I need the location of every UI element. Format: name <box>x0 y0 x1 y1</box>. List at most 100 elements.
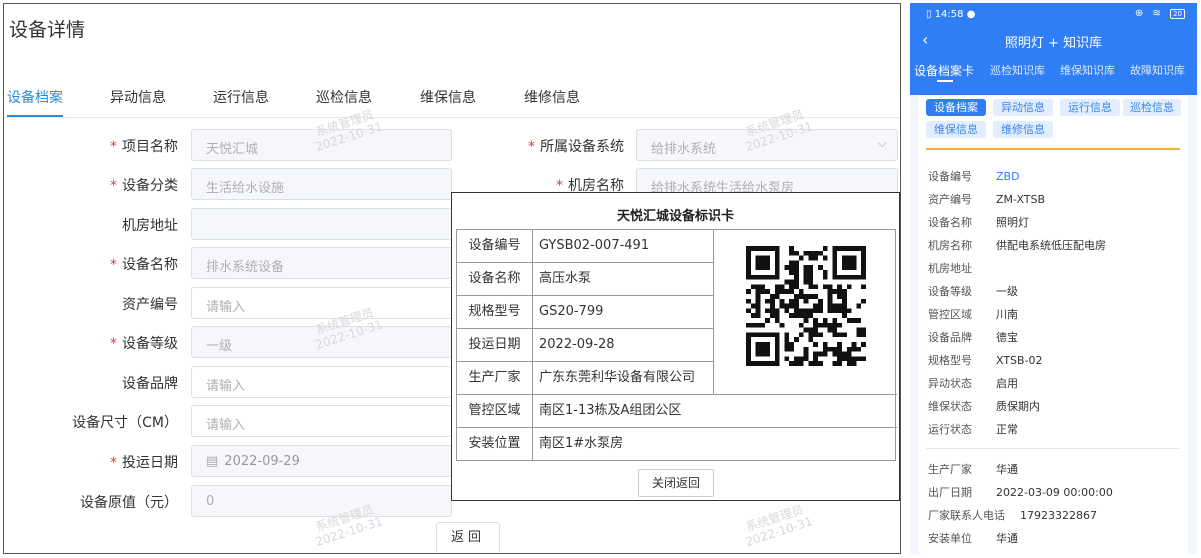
pill-repair-info[interactable]: 维修信息 <box>993 121 1053 138</box>
system-select[interactable]: 给排水系统 ⌵ <box>636 129 898 161</box>
signal-icon: ⊕ <box>1134 8 1147 19</box>
mobile-body: 设备档案 异动信息 运行信息 巡检信息 维保信息 维修信息 设备编号 ZBD 资产… <box>910 95 1197 554</box>
card-row: 生产厂家 广东东莞利华设备有限公司 <box>457 362 713 395</box>
card-row-value: 高压水泵 <box>539 271 592 286</box>
size-input[interactable]: 请输入 <box>191 405 452 437</box>
label-room-address: 机房地址 <box>122 218 178 234</box>
pill-change-info[interactable]: 异动信息 <box>993 99 1053 116</box>
pill-operation-info[interactable]: 运行信息 <box>1060 99 1120 116</box>
card-row-value: GYSB02-007-491 <box>539 238 650 253</box>
tab-change-info[interactable]: 异动信息 <box>110 88 166 118</box>
card-row: 安装位置 南区1#水泵房 <box>457 428 897 461</box>
card-row: 规格型号 GS20-799 <box>457 296 713 329</box>
tab-device-archive[interactable]: 设备档案 <box>7 88 63 118</box>
info-row: 生产厂家 华通 <box>928 463 1018 476</box>
info-row: 厂家联系人电话 17923322867 <box>928 509 1097 522</box>
battery-icon: 20 <box>1170 9 1185 19</box>
asset-no-input[interactable]: 请输入 <box>191 287 452 319</box>
tab-divider <box>4 117 900 118</box>
card-row-key: 管控区域 <box>457 395 533 427</box>
mtab-archive-card[interactable]: 设备档案卡 <box>914 62 974 79</box>
label-date: * 投运日期 <box>110 455 178 471</box>
tab-repair-info[interactable]: 维修信息 <box>524 88 580 118</box>
card-row-key: 设备编号 <box>457 230 533 262</box>
calendar-icon: ▤ <box>206 454 219 469</box>
category-input[interactable]: 生活给水设施 <box>191 168 452 200</box>
info-row: 设备名称 照明灯 <box>928 216 1029 229</box>
pill-device-archive[interactable]: 设备档案 <box>926 99 986 116</box>
info-row: 运行状态 正常 <box>928 423 1018 436</box>
tab-indicator <box>937 80 953 82</box>
info-row: 维保状态 质保期内 <box>928 400 1040 413</box>
label-original-value: 设备原值（元） <box>80 495 178 511</box>
info-row: 机房地址 <box>928 262 972 275</box>
device-name-input[interactable]: 排水系统设备 <box>191 247 452 279</box>
mtab-fault-kb[interactable]: 故障知识库 <box>1130 62 1185 78</box>
label-category: * 设备分类 <box>110 178 178 194</box>
chevron-down-icon: ⌵ <box>877 136 887 151</box>
info-row: 设备等级 一级 <box>928 285 1018 298</box>
card-row: 设备名称 高压水泵 <box>457 263 713 296</box>
mtab-maintenance-kb[interactable]: 维保知识库 <box>1060 62 1115 78</box>
info-row: 设备编号 ZBD <box>928 170 1020 183</box>
tab-bar: 设备档案 异动信息 运行信息 巡检信息 维保信息 维修信息 <box>4 88 900 118</box>
date-input[interactable]: ▤ 2022-09-29 <box>191 445 452 477</box>
card-table: 设备编号 GYSB02-007-491 设备名称 高压水泵 规格型号 GS20-… <box>456 229 897 461</box>
info-row: 安装单位 华通 <box>928 532 1018 545</box>
level-input[interactable]: 一级 <box>191 326 452 358</box>
label-asset-no: 资产编号 <box>122 297 178 313</box>
card-row: 设备编号 GYSB02-007-491 <box>457 230 713 263</box>
card-row: 管控区域 南区1-13栋及A组团公区 <box>457 395 897 428</box>
label-project-name: * 项目名称 <box>110 139 178 155</box>
label-brand: 设备品牌 <box>122 376 178 392</box>
card-row-key: 安装位置 <box>457 428 533 460</box>
label-system: * 所属设备系统 <box>528 139 624 155</box>
brand-input[interactable]: 请输入 <box>191 366 452 398</box>
info-row: 规格型号 XTSB-02 <box>928 354 1043 367</box>
card-row-value: 南区1-13栋及A组团公区 <box>539 403 682 418</box>
label-level: * 设备等级 <box>110 336 178 352</box>
status-icons: ⊕ ≋ 20 <box>1135 8 1185 19</box>
row-divider <box>926 448 1180 449</box>
card-row: 投运日期 2022-09-28 <box>457 329 713 362</box>
card-row-value: GS20-799 <box>539 304 604 319</box>
card-row-key: 规格型号 <box>457 296 533 328</box>
back-button[interactable]: 返回 <box>436 522 500 553</box>
mobile-title: 照明灯 + 知识库 <box>1004 36 1103 51</box>
info-row: 资产编号 ZM-XTSB <box>928 193 1046 206</box>
pill-maintenance-info[interactable]: 维保信息 <box>926 121 986 138</box>
mobile-screen: ▯ 14:58 ● ⊕ ≋ 20 ‹ 照明灯 + 知识库 设备档案卡 巡检知识库… <box>910 3 1197 554</box>
tab-operation-info[interactable]: 运行信息 <box>213 88 269 118</box>
card-row-value: 2022-09-28 <box>539 337 615 352</box>
info-row: 机房名称 供配电系统低压配电房 <box>928 239 1106 252</box>
info-row: 管控区域 川南 <box>928 308 1018 321</box>
info-row: 出厂日期 2022-03-09 00:00:00 <box>928 486 1113 499</box>
original-value-input[interactable]: 0 <box>191 485 452 517</box>
section-divider <box>926 148 1180 150</box>
wifi-icon: ≋ <box>1152 8 1164 19</box>
card-row-key: 生产厂家 <box>457 362 533 394</box>
info-row: 设备品牌 德宝 <box>928 331 1018 344</box>
device-id-card-modal: 天悦汇城设备标识卡 设备编号 GYSB02-007-491 设备名称 高压水泵 … <box>451 192 900 501</box>
card-row-key: 投运日期 <box>457 329 533 361</box>
card-row-value: 广东东莞利华设备有限公司 <box>539 370 696 385</box>
info-row: 异动状态 启用 <box>928 377 1018 390</box>
label-size: 设备尺寸（CM） <box>72 415 178 431</box>
pill-inspection-info[interactable]: 巡检信息 <box>1123 99 1181 116</box>
mtab-inspection-kb[interactable]: 巡检知识库 <box>990 62 1045 78</box>
close-return-button[interactable]: 关闭返回 <box>638 469 714 497</box>
qr-cell <box>713 230 897 395</box>
page-title: 设备详情 <box>9 19 86 41</box>
card-title: 天悦汇城设备标识卡 <box>616 209 734 224</box>
project-name-input[interactable]: 天悦汇城 <box>191 129 452 161</box>
status-time: ▯ 14:58 ● <box>926 9 976 20</box>
mobile-header: ▯ 14:58 ● ⊕ ≋ 20 ‹ 照明灯 + 知识库 设备档案卡 巡检知识库… <box>910 3 1197 95</box>
tab-inspection-info[interactable]: 巡检信息 <box>316 88 372 118</box>
mobile-card: 设备档案 异动信息 运行信息 巡检信息 维保信息 维修信息 设备编号 ZBD 资产… <box>918 95 1188 554</box>
card-row-value: 南区1#水泵房 <box>539 436 624 451</box>
room-address-input[interactable] <box>191 208 452 240</box>
tab-maintenance-info[interactable]: 维保信息 <box>420 88 476 118</box>
card-row-key: 设备名称 <box>457 263 533 295</box>
qr-code-icon <box>746 246 866 366</box>
watermark: 系统管理员 2022-10-31 <box>743 502 815 550</box>
